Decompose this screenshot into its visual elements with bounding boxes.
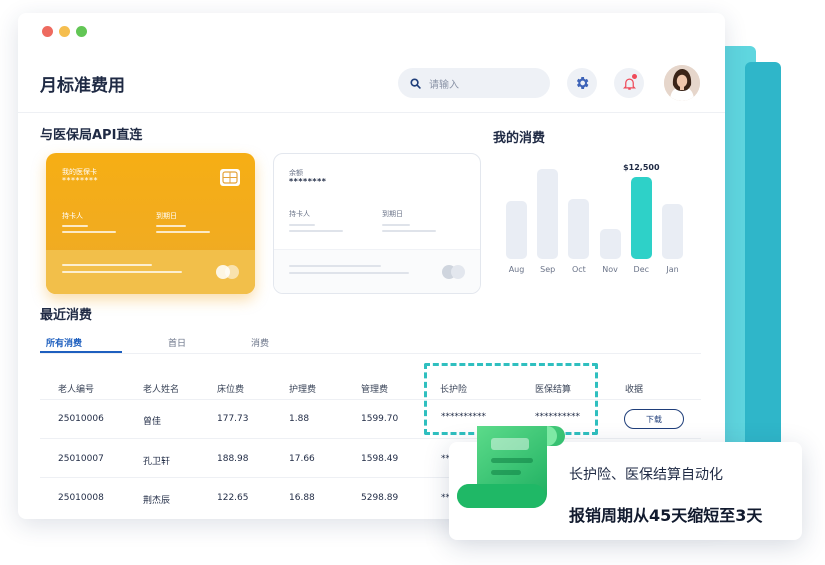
cell-id: 25010008 <box>58 493 104 503</box>
cell-id: 25010006 <box>58 414 104 424</box>
chart-bar-nov[interactable] <box>599 229 621 259</box>
chart-x-label: Nov <box>602 265 618 274</box>
consumption-bar-chart: Aug Sep Oct Nov Dec $12,500 Jan <box>488 153 698 293</box>
chart-x-label: Sep <box>540 265 556 274</box>
notifications-button[interactable] <box>614 68 644 98</box>
gear-icon <box>576 77 589 89</box>
chart-x-label: Aug <box>508 265 525 274</box>
cell-care-fee: 16.88 <box>289 493 315 503</box>
promo-subline: 报销周期从45天缩短至3天 <box>569 506 763 525</box>
expiry-line <box>382 224 410 226</box>
avatar[interactable] <box>664 65 700 101</box>
chart-bar-oct[interactable] <box>568 198 590 259</box>
holder-line <box>289 224 315 226</box>
tab-consumption[interactable]: 消费 <box>251 336 269 349</box>
tabs-divider <box>40 353 701 354</box>
minimize-dot[interactable] <box>59 26 70 37</box>
header-divider <box>18 112 725 113</box>
cell-id: 25010007 <box>58 454 104 464</box>
card-holder-label: 持卡人 <box>289 210 310 218</box>
column-header-care-fee[interactable]: 护理费 <box>289 382 316 395</box>
chart-highlight-value: $12,500 <box>623 163 660 173</box>
cell-name: 荆杰辰 <box>143 496 171 506</box>
column-header-receipt[interactable]: 收据 <box>625 382 643 395</box>
column-header-bed-fee[interactable]: 床位费 <box>217 382 244 395</box>
column-header-management-fee[interactable]: 管理费 <box>361 382 388 395</box>
cell-name: 孔卫轩 <box>143 457 171 467</box>
recent-section-title: 最近消费 <box>40 308 93 323</box>
card-brand-icon-right <box>225 265 239 279</box>
holder-line-2 <box>289 230 343 232</box>
expiry-line <box>156 225 186 227</box>
document-scroll-icon <box>457 426 565 508</box>
cell-bed-fee: 188.98 <box>217 454 249 464</box>
search-icon <box>410 77 421 89</box>
card-number: ******** <box>62 176 98 185</box>
cell-care-fee: 17.66 <box>289 454 315 464</box>
footer-line <box>289 265 381 267</box>
footer-line <box>62 264 152 266</box>
balance-card[interactable]: 余额 ******** 持卡人 到期日 <box>273 153 481 294</box>
card-brand-icon-right <box>451 265 465 279</box>
chart-x-label: Oct <box>571 265 586 274</box>
chart-bar-dec[interactable] <box>630 177 652 259</box>
card-expiry-label: 到期日 <box>156 212 177 220</box>
cell-care-fee: 1.88 <box>289 414 310 424</box>
row-divider <box>40 438 701 439</box>
cell-management-fee: 1598.49 <box>361 454 399 464</box>
chart-x-label: Dec <box>633 265 650 274</box>
expiry-line-2 <box>382 230 436 232</box>
tab-all-consumption[interactable]: 所有消费 <box>46 336 82 349</box>
window-controls <box>42 26 87 37</box>
column-header-name[interactable]: 老人姓名 <box>143 382 179 395</box>
avatar-icon <box>664 65 700 101</box>
cell-name: 曾佳 <box>143 417 162 427</box>
chart-x-label: Jan <box>666 265 679 274</box>
balance-value: ******** <box>289 177 327 186</box>
active-tab-indicator <box>40 351 122 353</box>
chip-icon <box>220 169 240 186</box>
notification-badge <box>632 74 637 79</box>
holder-line-2 <box>62 231 116 233</box>
holder-line <box>62 225 88 227</box>
column-header-id[interactable]: 老人编号 <box>58 382 94 395</box>
tab-first-day[interactable]: 首日 <box>168 336 186 349</box>
maximize-dot[interactable] <box>76 26 87 37</box>
cell-management-fee: 1599.70 <box>361 414 399 424</box>
cell-management-fee: 5298.89 <box>361 493 399 503</box>
card-holder-label: 持卡人 <box>62 212 83 220</box>
row-divider <box>40 399 701 400</box>
promo-headline: 长护险、医保结算自动化 <box>569 467 723 483</box>
page-title: 月标准费用 <box>40 76 125 96</box>
card-expiry-label: 到期日 <box>382 210 403 218</box>
search-input[interactable]: 请输入 <box>398 68 550 98</box>
cell-bed-fee: 122.65 <box>217 493 249 503</box>
chart-bar-jan[interactable] <box>662 203 683 259</box>
close-dot[interactable] <box>42 26 53 37</box>
chart-bar-sep[interactable] <box>537 168 559 259</box>
footer-line-2 <box>289 272 409 274</box>
background-card-dark <box>745 62 781 462</box>
consumption-section-title: 我的消费 <box>493 131 546 146</box>
footer-line-2 <box>62 271 182 273</box>
download-button[interactable]: 下载 <box>624 409 684 429</box>
expiry-line-2 <box>156 231 210 233</box>
chart-bar-aug[interactable] <box>506 200 527 259</box>
settings-button[interactable] <box>567 68 597 98</box>
api-section-title: 与医保局API直连 <box>40 128 143 143</box>
cell-bed-fee: 177.73 <box>217 414 249 424</box>
medical-insurance-card[interactable]: 我的医保卡 ******** 持卡人 到期日 <box>46 153 255 294</box>
search-placeholder: 请输入 <box>429 79 459 91</box>
